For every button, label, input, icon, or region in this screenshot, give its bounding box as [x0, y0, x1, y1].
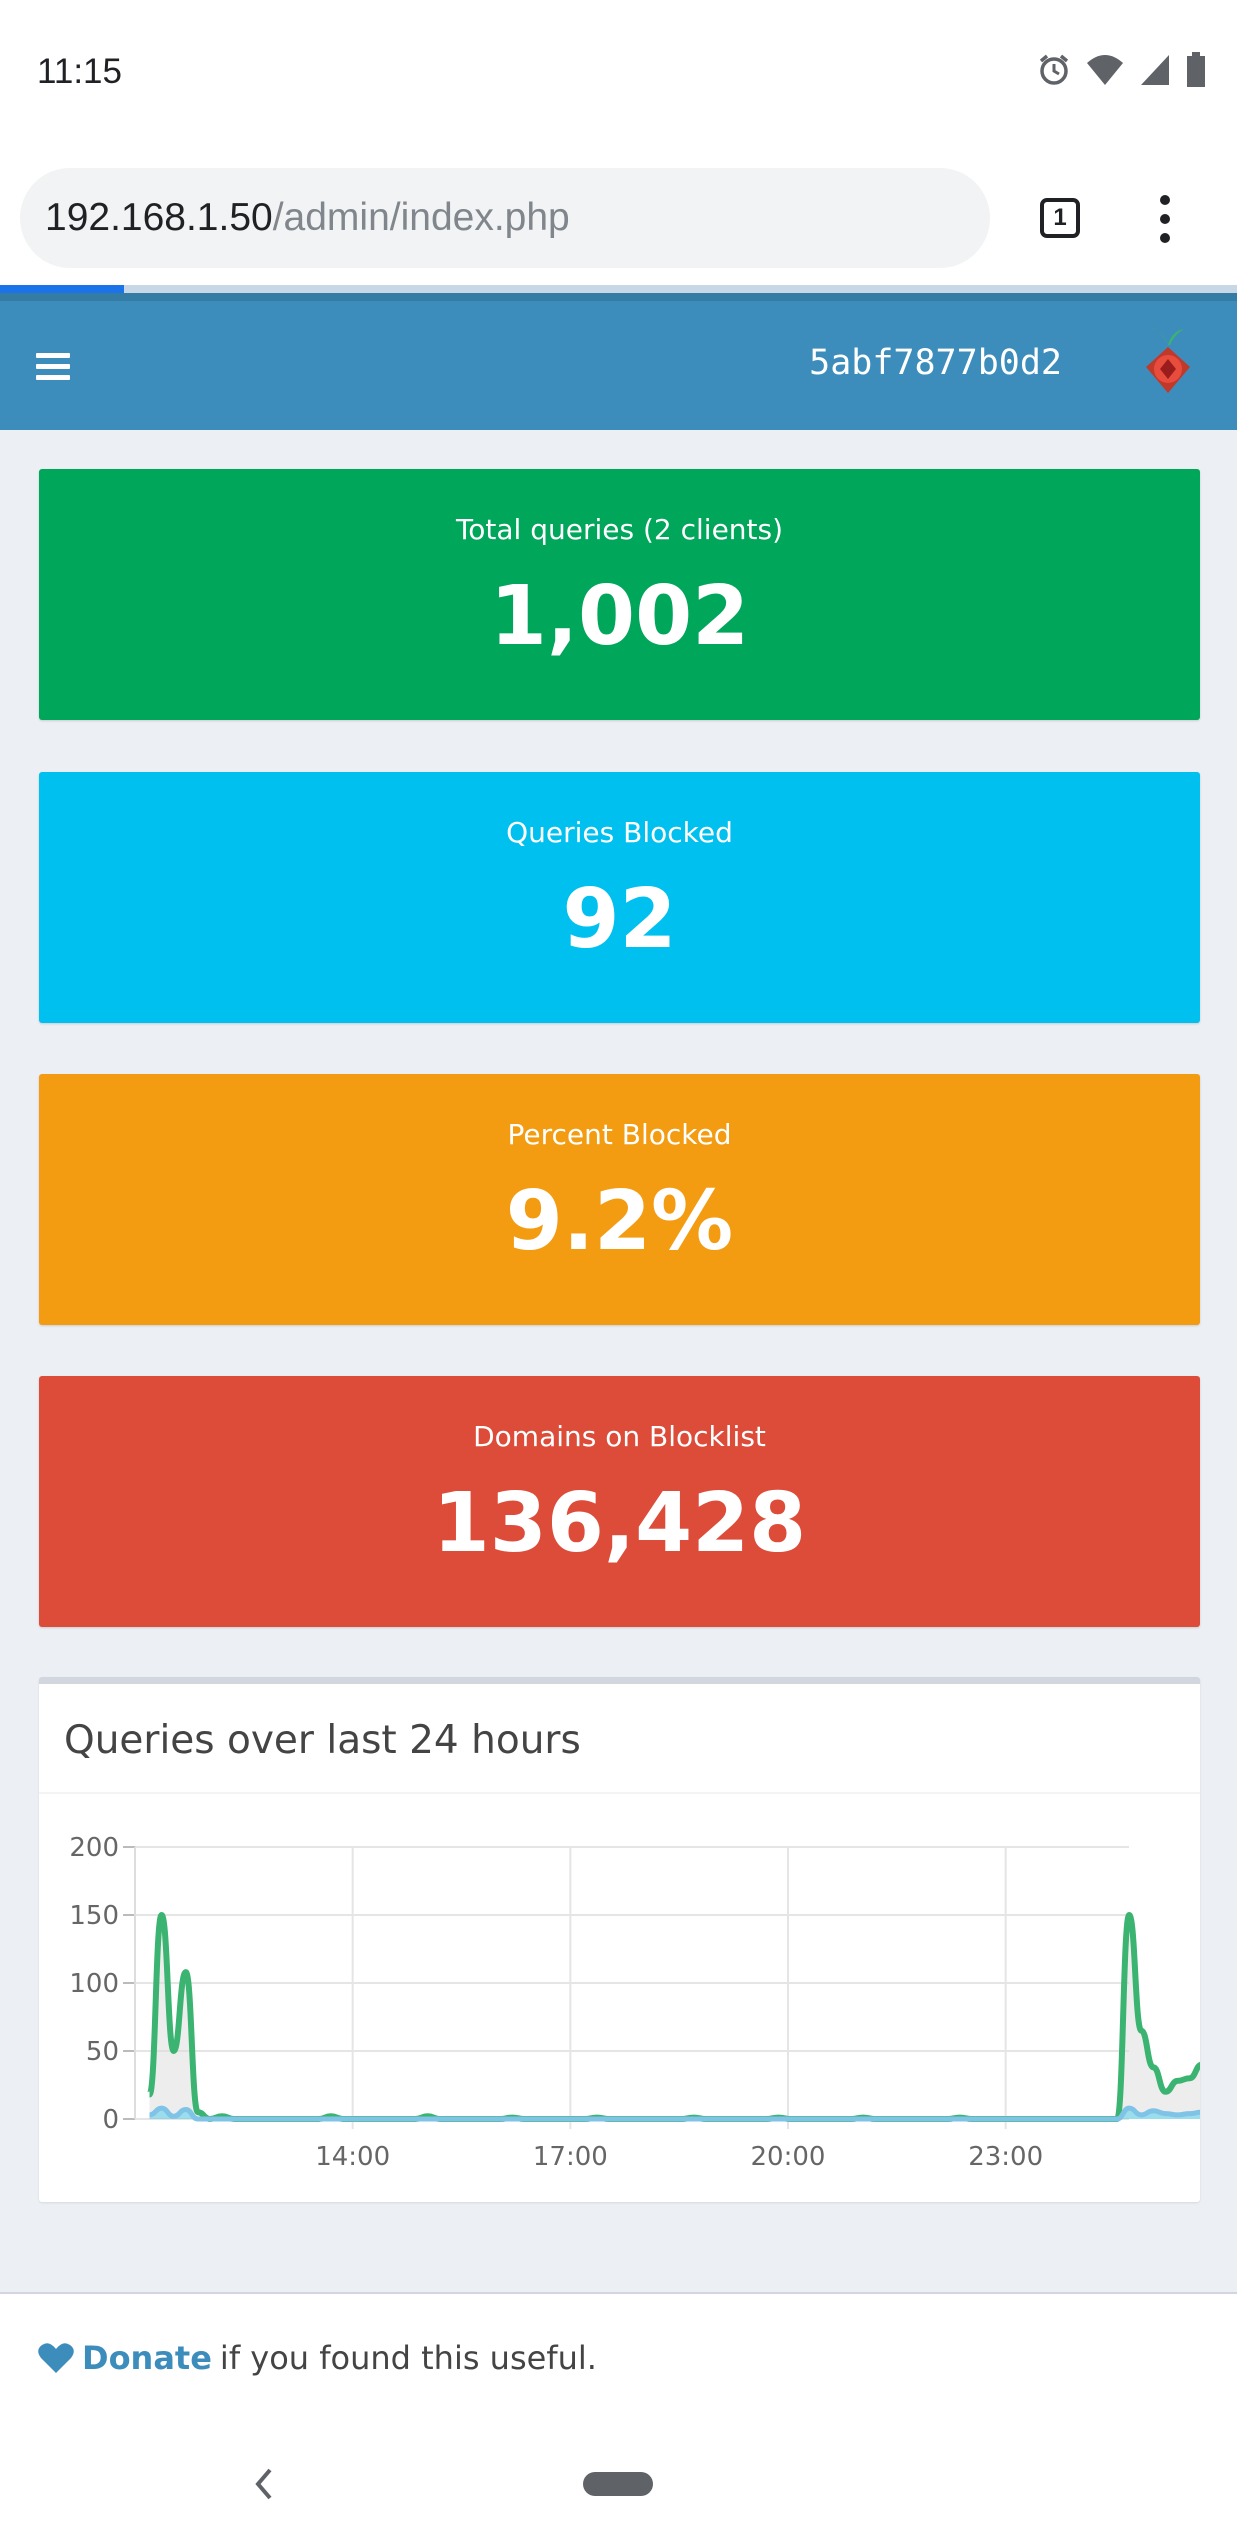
y-tick-label: 200 — [69, 1833, 119, 1863]
stat-title: Domains on Blocklist — [473, 1420, 766, 1453]
y-tick-label: 50 — [86, 2037, 119, 2067]
donate-link[interactable]: Donate — [82, 2339, 212, 2377]
x-tick-label: 14:00 — [315, 2142, 390, 2172]
x-tick-label: 20:00 — [751, 2142, 826, 2172]
status-bar: 11:15 — [0, 0, 1237, 150]
home-button[interactable] — [583, 2472, 653, 2496]
browser-toolbar: 192.168.1.50/admin/index.php 1 — [0, 150, 1237, 285]
stat-title: Percent Blocked — [507, 1118, 732, 1151]
url-bar[interactable]: 192.168.1.50/admin/index.php — [20, 168, 990, 268]
signal-icon — [1141, 55, 1169, 85]
url-host: 192.168.1.50 — [45, 196, 273, 239]
footer: Donate if you found this useful. — [0, 2292, 1237, 2422]
page-load-progress — [0, 285, 1237, 293]
stat-percent-blocked: Percent Blocked 9.2% — [39, 1074, 1200, 1325]
heart-icon — [38, 2343, 74, 2373]
series-area-0 — [149, 1915, 1200, 2119]
pihole-logo-icon[interactable] — [1140, 323, 1196, 403]
url-text[interactable]: 192.168.1.50/admin/index.php — [45, 196, 570, 240]
chart-title: Queries over last 24 hours — [39, 1684, 1200, 1794]
stat-domains-blocklist: Domains on Blocklist 136,428 — [39, 1376, 1200, 1627]
stat-title: Total queries (2 clients) — [455, 513, 784, 546]
y-tick-label: 100 — [69, 1969, 119, 1999]
status-icons — [1037, 52, 1207, 88]
tab-switcher-button[interactable]: 1 — [1040, 198, 1080, 238]
donate-message: Donate if you found this useful. — [38, 2339, 597, 2377]
stat-title: Queries Blocked — [506, 816, 733, 849]
hostname: 5abf7877b0d2 — [809, 343, 1062, 383]
y-tick-label: 0 — [102, 2105, 119, 2135]
navbar: 5abf7877b0d2 — [0, 293, 1237, 430]
android-nav-bar — [0, 2422, 1237, 2542]
wifi-icon — [1087, 55, 1123, 85]
sidebar-toggle-icon[interactable] — [36, 353, 70, 381]
donate-suffix: if you found this useful. — [219, 2339, 597, 2377]
stat-value: 1,002 — [489, 569, 750, 664]
stat-queries-blocked: Queries Blocked 92 — [39, 772, 1200, 1023]
stat-value: 9.2% — [505, 1174, 734, 1269]
queries-chart: 0 50 100 150 200 14:00 17:00 20:00 23:00 — [69, 1833, 1200, 2172]
x-tick-label: 23:00 — [968, 2142, 1043, 2172]
stat-total-queries: Total queries (2 clients) 1,002 — [39, 469, 1200, 720]
y-tick-label: 150 — [69, 1901, 119, 1931]
queries-chart-panel: Queries over last 24 hours 0 50 100 150 200 1… — [39, 1677, 1200, 2202]
back-icon[interactable] — [248, 2464, 278, 2504]
series-line-1 — [149, 2105, 1200, 2122]
x-tick-label: 17:00 — [533, 2142, 608, 2172]
page-load-progress-fill — [0, 285, 124, 293]
stat-value: 136,428 — [432, 1476, 807, 1571]
battery-icon — [1187, 52, 1205, 87]
alarm-icon — [1039, 54, 1069, 85]
stat-value: 92 — [562, 872, 677, 967]
more-options-icon[interactable] — [1150, 194, 1180, 244]
url-path: /admin/index.php — [272, 196, 570, 239]
series-line-0 — [146, 1912, 1200, 2122]
status-time: 11:15 — [37, 52, 122, 91]
